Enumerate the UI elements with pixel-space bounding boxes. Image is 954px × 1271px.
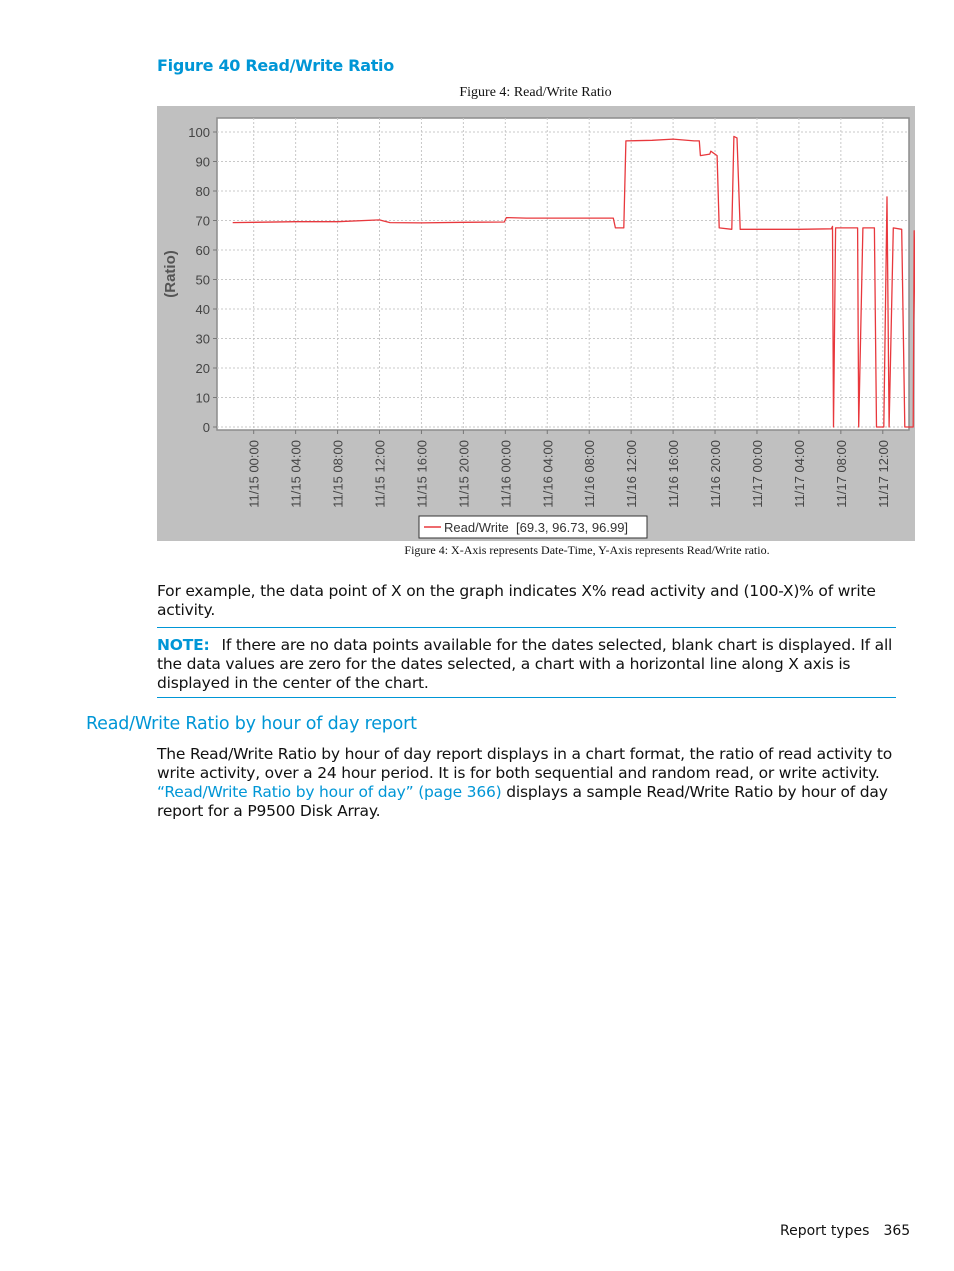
y-tick-label: 100 [188, 125, 210, 140]
x-tick-label: 11/16 16:00 [666, 440, 681, 508]
note-block: NOTE: If there are no data points availab… [157, 636, 897, 693]
x-tick-label: 11/15 12:00 [373, 440, 388, 508]
section-paragraph: The Read/Write Ratio by hour of day repo… [157, 745, 897, 821]
y-tick-label: 10 [196, 391, 210, 406]
x-tick-label: 11/16 12:00 [624, 440, 639, 508]
page-footer: Report types 365 [780, 1223, 910, 1239]
section-heading: Read/Write Ratio by hour of day report [86, 714, 417, 734]
x-tick-label: 11/17 04:00 [792, 440, 807, 508]
plot-area [216, 117, 910, 431]
x-tick-label: 11/17 08:00 [834, 440, 849, 508]
chart-title: Figure 4: Read/Write Ratio [459, 85, 612, 100]
x-tick-label: 11/17 00:00 [750, 440, 765, 508]
note-top-rule [157, 627, 896, 628]
y-tick-label: 20 [196, 361, 210, 376]
page-number: 365 [883, 1223, 911, 1239]
y-tick-label: 0 [203, 420, 210, 435]
y-tick-label: 70 [196, 214, 210, 229]
y-tick-label: 40 [196, 302, 210, 317]
y-axis-label: (Ratio) [162, 250, 179, 298]
legend-entry: Read/Write [69.3, 96.73, 96.99] [444, 520, 628, 535]
y-tick-label: 50 [196, 273, 210, 288]
x-axis-ticks: 11/15 00:00 11/15 04:00 11/15 08:00 11/15 1… [247, 430, 891, 508]
section-paragraph-text: The Read/Write Ratio by hour of day repo… [157, 745, 893, 782]
x-tick-label: 11/15 08:00 [331, 440, 346, 508]
x-tick-label: 11/16 08:00 [582, 440, 597, 508]
y-tick-label: 30 [196, 332, 210, 347]
figure-caption: Figure 40 Read/Write Ratio [157, 56, 394, 75]
example-paragraph: For example, the data point of X on the … [157, 582, 876, 619]
x-tick-label: 11/16 00:00 [498, 440, 513, 508]
read-write-ratio-chart: 0102030405060708090100 11/15 00:00 11/15 … [162, 117, 915, 539]
legend: Read/Write [69.3, 96.73, 96.99] [418, 515, 648, 539]
x-tick-label: 11/15 00:00 [247, 440, 262, 508]
y-tick-label: 80 [196, 184, 210, 199]
y-tick-label: 60 [196, 243, 210, 258]
x-tick-label: 11/15 16:00 [414, 440, 429, 508]
x-tick-label: 11/16 20:00 [708, 440, 723, 508]
note-bottom-rule [157, 697, 896, 698]
cross-reference-link[interactable]: “Read/Write Ratio by hour of day” (page … [157, 783, 502, 801]
note-text: If there are no data points available fo… [157, 636, 893, 692]
note-label: NOTE: [157, 636, 210, 654]
chart-subcaption: Figure 4: X-Axis represents Date-Time, Y… [404, 543, 770, 557]
y-tick-label: 90 [196, 155, 210, 170]
y-axis-ticks: 0 10 20 30 40 50 60 70 80 90 100 [188, 125, 217, 435]
x-tick-label: 11/16 04:00 [540, 440, 555, 508]
x-tick-label: 11/15 20:00 [456, 440, 471, 508]
footer-section: Report types [780, 1223, 870, 1239]
chart-frame: 0 10 20 30 40 50 60 70 80 90 100 11/15 00:00 11/15 … [157, 106, 915, 541]
x-tick-label: 11/17 12:00 [876, 440, 891, 508]
x-tick-label: 11/15 04:00 [289, 440, 304, 508]
